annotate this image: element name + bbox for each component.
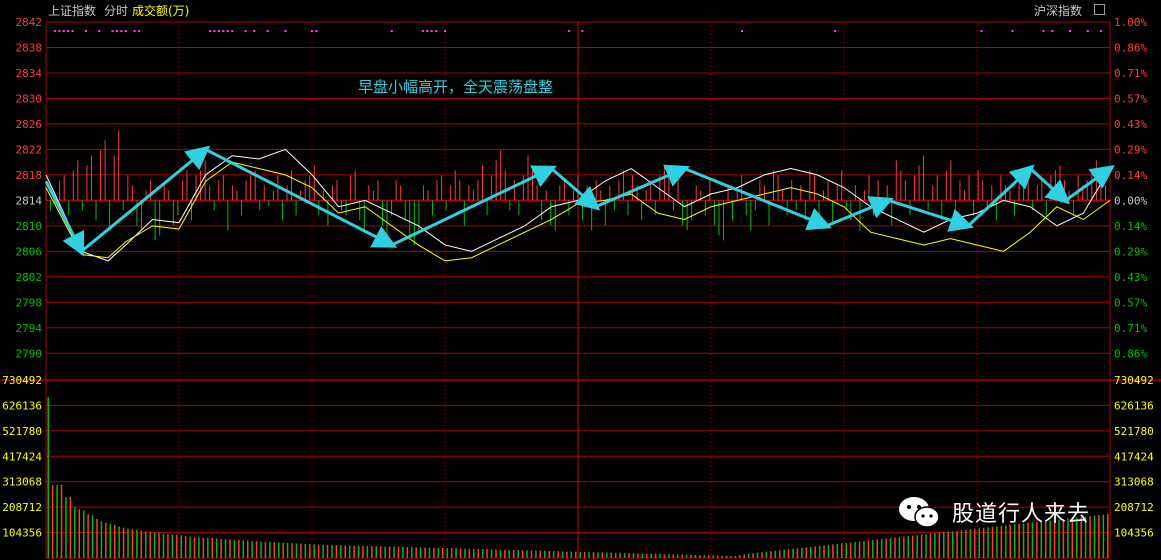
y-tick-label-left: 2834 [16, 67, 43, 80]
event-marker [111, 30, 114, 32]
volume-tick-right: 417424 [1114, 450, 1154, 463]
volume-tick-right: 521780 [1114, 425, 1154, 438]
y-tick-label-left: 2826 [16, 118, 43, 131]
volume-tick-left: 417424 [2, 450, 42, 463]
event-marker [444, 30, 446, 32]
wechat-icon [899, 497, 940, 528]
y-tick-label-left: 2830 [16, 92, 43, 105]
event-marker [244, 30, 247, 32]
y-tick-label-left: 2814 [16, 194, 43, 207]
watermark: 股道行人来去 [896, 492, 1090, 532]
y-tick-label-left: 2822 [16, 143, 43, 156]
y-tick-label-right: 1.00% [1114, 16, 1147, 29]
event-marker [138, 30, 141, 32]
y-tick-label-right: 0.57% [1114, 296, 1147, 309]
y-tick-label-left: 2806 [16, 245, 43, 258]
volume-tick-right: 104356 [1114, 527, 1154, 540]
event-marker [124, 30, 127, 32]
event-marker [1042, 30, 1045, 32]
event-marker [1011, 30, 1014, 32]
y-tick-label-right: 0.29% [1114, 143, 1147, 156]
event-marker [209, 30, 212, 32]
event-marker [581, 30, 584, 32]
event-marker [71, 30, 74, 32]
y-tick-label-right: 0.43% [1114, 118, 1147, 131]
event-marker [231, 30, 234, 32]
trend-arrow [967, 164, 1035, 227]
y-tick-label-left: 2818 [16, 169, 43, 182]
event-marker [435, 30, 438, 32]
event-marker [1100, 30, 1103, 32]
volume-tick-left: 313068 [2, 476, 42, 489]
y-tick-label-right: 0.14% [1114, 169, 1147, 182]
event-marker [120, 30, 123, 32]
event-marker [58, 30, 61, 32]
y-tick-label-right: 0.86% [1114, 347, 1147, 360]
y-tick-label-right: 0.86% [1114, 41, 1147, 54]
y-tick-label-left: 2802 [16, 271, 43, 284]
y-tick-label-left: 2838 [16, 41, 43, 54]
y-tick-label-left: 2842 [16, 16, 43, 29]
y-tick-label-left: 2798 [16, 296, 43, 309]
watermark-text: 股道行人来去 [952, 502, 1091, 527]
intraday-chart: 2842 1.00% 2838 0.86% 2834 0.71% 2830 0.57% 2826… [0, 16, 1161, 559]
trend-arrow [825, 196, 894, 228]
event-marker [1069, 30, 1072, 32]
event-marker [253, 30, 256, 32]
event-marker [62, 30, 65, 32]
y-tick-label-right: 0.29% [1114, 245, 1147, 258]
trend-arrow [1064, 165, 1115, 202]
event-marker [226, 30, 229, 32]
volume-tick-right: 208712 [1114, 501, 1154, 514]
event-marker [284, 30, 287, 32]
volume-tick-left: 208712 [2, 501, 42, 514]
volume-tick-right: 313068 [1114, 476, 1154, 489]
event-marker [315, 30, 318, 32]
y-tick-label-left: 2790 [16, 347, 43, 360]
y-tick-label-right: 0.14% [1114, 220, 1147, 233]
y-tick-label-left: 2794 [16, 322, 43, 335]
y-tick-label-right: 0.43% [1114, 271, 1147, 284]
event-marker [390, 30, 393, 32]
event-marker [430, 30, 433, 32]
chart-annotation: 早盘小幅高开，全天震荡盘整 [358, 78, 553, 96]
event-marker [217, 30, 220, 32]
event-marker [84, 30, 87, 32]
event-marker [980, 30, 983, 32]
trend-arrow [391, 165, 557, 247]
trend-arrow [683, 167, 832, 231]
event-marker [834, 30, 837, 32]
trend-arrow [204, 148, 398, 248]
volume-tick-right: 730492 [1114, 374, 1154, 387]
event-marker [1051, 30, 1054, 32]
event-marker [311, 30, 313, 32]
event-marker [115, 30, 118, 32]
event-marker [741, 30, 744, 32]
event-marker [53, 30, 56, 32]
event-marker [133, 30, 136, 32]
volume-tick-left: 521780 [2, 425, 42, 438]
event-marker [568, 30, 571, 32]
event-marker [426, 30, 429, 32]
event-marker [67, 30, 70, 32]
y-tick-label-left: 2810 [16, 220, 43, 233]
event-marker [421, 30, 424, 32]
event-marker [213, 30, 216, 32]
volume-tick-left: 730492 [2, 374, 42, 387]
volume-tick-left: 626136 [2, 399, 42, 412]
event-marker [222, 30, 225, 32]
event-marker [266, 30, 269, 32]
y-tick-label-right: 0.57% [1114, 92, 1147, 105]
event-marker [1086, 30, 1089, 32]
y-tick-label-right: 0.00% [1114, 194, 1147, 207]
event-marker [98, 30, 101, 32]
volume-tick-right: 626136 [1114, 399, 1154, 412]
volume-tick-left: 104356 [2, 527, 42, 540]
y-tick-label-right: 0.71% [1114, 322, 1147, 335]
y-tick-label-right: 0.71% [1114, 67, 1147, 80]
